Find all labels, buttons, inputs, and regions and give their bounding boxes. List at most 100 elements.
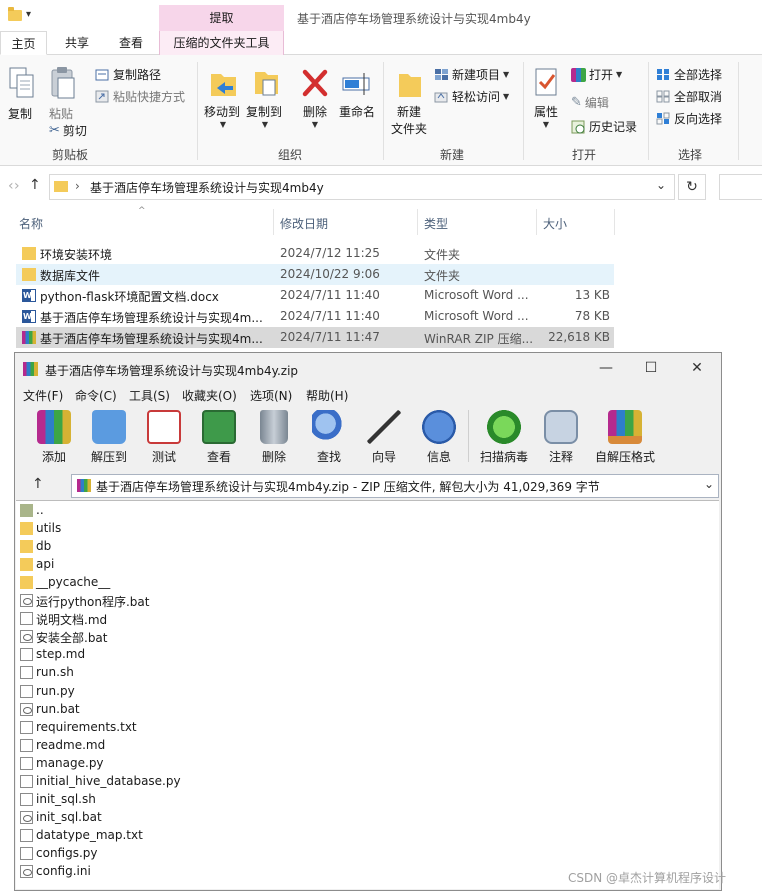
menu-commands[interactable]: 命令(C) bbox=[75, 387, 117, 404]
file-row[interactable]: 环境安装环境 2024/7/12 11:25 文件夹 bbox=[16, 243, 614, 264]
select-all-button[interactable]: 全部选择 bbox=[656, 66, 722, 83]
info-icon bbox=[422, 410, 456, 444]
info-button[interactable]: 信息 bbox=[414, 410, 464, 465]
file-row[interactable]: python-flask环境配置文档.docx 2024/7/11 11:40 … bbox=[16, 285, 614, 306]
properties-button[interactable]: 属性 ▼ bbox=[530, 66, 562, 129]
close-button[interactable]: ✕ bbox=[682, 360, 712, 376]
address-dropdown-icon[interactable]: ⌄ bbox=[656, 178, 666, 192]
tab-compressed-folder-tools[interactable]: 压缩的文件夹工具 bbox=[159, 31, 284, 55]
view-button[interactable]: 查看 bbox=[194, 410, 244, 465]
archive-entry[interactable]: run.sh bbox=[19, 664, 699, 682]
cut-button[interactable]: ✂ 剪切 bbox=[49, 122, 87, 139]
new-folder-button[interactable]: 新建 文件夹 bbox=[389, 66, 429, 137]
archive-entry[interactable]: db bbox=[19, 538, 699, 556]
quick-access-folder-icon[interactable] bbox=[8, 7, 22, 21]
test-button[interactable]: 测试 bbox=[139, 410, 189, 465]
menu-help[interactable]: 帮助(H) bbox=[306, 387, 348, 404]
archive-entry[interactable]: api bbox=[19, 556, 699, 574]
archive-entry-name: datatype_map.txt bbox=[36, 827, 143, 842]
comment-button[interactable]: 注释 bbox=[536, 410, 586, 465]
archive-entry[interactable]: initial_hive_database.py bbox=[19, 773, 699, 791]
menu-options[interactable]: 选项(N) bbox=[250, 387, 292, 404]
move-to-button[interactable]: 移动到 ▼ bbox=[204, 66, 242, 129]
copy-path-button[interactable]: 复制路径 bbox=[95, 66, 161, 83]
refresh-button[interactable]: ↻ bbox=[678, 174, 706, 200]
archive-entry[interactable]: init_sql.bat bbox=[19, 809, 699, 827]
column-name[interactable]: 名称 bbox=[19, 215, 43, 232]
file-row[interactable]: 数据库文件 2024/10/22 9:06 文件夹 bbox=[16, 264, 614, 285]
file-icon bbox=[20, 738, 33, 752]
add-button[interactable]: 添加 bbox=[29, 410, 79, 465]
breadcrumb-path[interactable]: 基于酒店停车场管理系统设计与实现4mb4y bbox=[90, 179, 324, 196]
column-date[interactable]: 修改日期 bbox=[280, 215, 328, 232]
tab-home[interactable]: 主页 bbox=[0, 31, 47, 55]
rar-icon bbox=[22, 331, 36, 344]
maximize-button[interactable]: ☐ bbox=[636, 360, 666, 376]
paste-shortcut-button[interactable]: 粘贴快捷方式 bbox=[95, 88, 185, 105]
column-divider[interactable] bbox=[417, 209, 418, 235]
select-none-button[interactable]: 全部取消 bbox=[656, 88, 722, 105]
rename-label: 重命名 bbox=[338, 105, 375, 119]
quick-access-dropdown-icon[interactable]: ▾ bbox=[26, 9, 31, 20]
archive-entry[interactable]: run.bat bbox=[19, 701, 699, 719]
copy-path-icon bbox=[95, 69, 109, 80]
rar-up-button[interactable]: ↑ bbox=[32, 476, 44, 492]
column-type[interactable]: 类型 bbox=[424, 215, 448, 232]
new-item-button[interactable]: 新建项目 ▼ bbox=[434, 66, 509, 83]
file-icon bbox=[20, 828, 33, 842]
archive-entry[interactable]: 安装全部.bat bbox=[19, 628, 699, 646]
tab-view[interactable]: 查看 bbox=[108, 31, 154, 55]
virus-scan-button[interactable]: 扫描病毒 bbox=[479, 410, 529, 465]
archive-entry[interactable]: 说明文档.md bbox=[19, 610, 699, 628]
archive-entry[interactable]: init_sql.sh bbox=[19, 791, 699, 809]
move-to-label: 移动到 bbox=[203, 105, 240, 119]
invert-selection-button[interactable]: 反向选择 bbox=[656, 110, 722, 127]
easy-access-button[interactable]: 轻松访问 ▼ bbox=[434, 88, 509, 105]
wizard-button[interactable]: 向导 bbox=[359, 410, 409, 465]
history-button[interactable]: 历史记录 bbox=[571, 118, 637, 135]
select-group-label: 选择 bbox=[677, 148, 702, 162]
archive-entry[interactable]: datatype_map.txt bbox=[19, 827, 699, 845]
file-date: 2024/7/12 11:25 bbox=[280, 246, 380, 260]
archive-entry[interactable]: run.py bbox=[19, 683, 699, 701]
delete-button[interactable]: 删除 ▼ bbox=[298, 66, 332, 129]
tab-share[interactable]: 共享 bbox=[54, 31, 100, 55]
find-button[interactable]: 查找 bbox=[304, 410, 354, 465]
archive-entry[interactable]: step.md bbox=[19, 646, 699, 664]
extract-to-button[interactable]: 解压到 bbox=[84, 410, 134, 465]
minimize-button[interactable]: — bbox=[591, 360, 621, 376]
rar-delete-button[interactable]: 删除 bbox=[249, 410, 299, 465]
up-button[interactable]: ↑ bbox=[29, 177, 41, 193]
paste-button[interactable]: 粘贴 bbox=[49, 66, 77, 122]
back-button[interactable]: ‹ bbox=[8, 178, 14, 194]
search-input[interactable] bbox=[719, 174, 762, 200]
rename-button[interactable]: 重命名 bbox=[338, 66, 376, 120]
archive-entry[interactable]: 运行python程序.bat bbox=[19, 592, 699, 610]
archive-entry[interactable]: .. bbox=[19, 502, 699, 520]
paste-icon bbox=[51, 67, 75, 99]
archive-entry[interactable]: configs.py bbox=[19, 845, 699, 863]
copy-to-button[interactable]: 复制到 ▼ bbox=[246, 66, 284, 129]
column-divider[interactable] bbox=[614, 209, 615, 235]
archive-entry[interactable]: manage.py bbox=[19, 755, 699, 773]
menu-file[interactable]: 文件(F) bbox=[23, 387, 63, 404]
file-row[interactable]: 基于酒店停车场管理系统设计与实现4m... 2024/7/11 11:40 Mi… bbox=[16, 306, 614, 327]
rar-path-dropdown-icon[interactable]: ⌄ bbox=[704, 477, 714, 491]
copy-icon bbox=[9, 67, 34, 98]
archive-entry[interactable]: readme.md bbox=[19, 737, 699, 755]
menu-tools[interactable]: 工具(S) bbox=[129, 387, 170, 404]
archive-entry-name: config.ini bbox=[36, 864, 91, 878]
column-divider[interactable] bbox=[273, 209, 274, 235]
archive-entry[interactable]: utils bbox=[19, 520, 699, 538]
copy-button[interactable]: 复制 bbox=[8, 66, 36, 122]
menu-favorites[interactable]: 收藏夹(O) bbox=[182, 387, 237, 404]
file-row[interactable]: 基于酒店停车场管理系统设计与实现4m... 2024/7/11 11:47 Wi… bbox=[16, 327, 614, 348]
column-divider[interactable] bbox=[536, 209, 537, 235]
edit-button[interactable]: ✎ 编辑 bbox=[571, 94, 609, 111]
forward-button[interactable]: › bbox=[14, 178, 20, 194]
column-size[interactable]: 大小 bbox=[543, 215, 567, 232]
sfx-button[interactable]: 自解压格式 bbox=[595, 410, 655, 465]
open-button[interactable]: 打开 ▼ bbox=[571, 66, 622, 83]
archive-entry[interactable]: requirements.txt bbox=[19, 719, 699, 737]
archive-entry[interactable]: __pycache__ bbox=[19, 574, 699, 592]
